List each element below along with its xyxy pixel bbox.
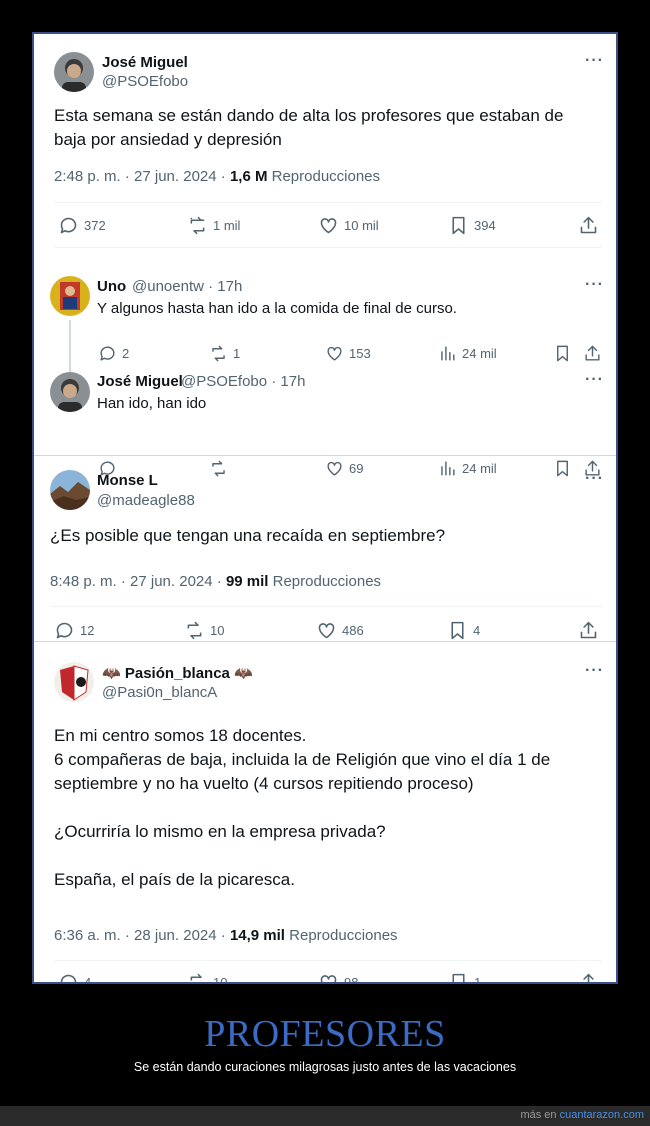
reply-icon — [60, 217, 77, 234]
bookmark-count: 4 — [473, 623, 481, 638]
bookmark-count: 394 — [474, 218, 496, 233]
reply-tweet[interactable]: Uno @unoentw · 17h ··· Y algunos hasta h… — [34, 248, 616, 402]
author-name[interactable]: Uno — [97, 278, 126, 295]
author-handle[interactable]: @madeagle88 — [97, 492, 195, 509]
quoted-tweet[interactable]: Monse L @madeagle88 ··· ¿Es posible que … — [34, 456, 616, 646]
avatar[interactable] — [50, 372, 90, 412]
quoted-tweet[interactable]: 🦇 Pasión_blanca 🦇 @Pasi0n_blancA ··· En … — [34, 642, 616, 982]
author-handle[interactable]: @Pasi0n_blancA — [102, 684, 217, 701]
author-handle[interactable]: @unoentw · 17h — [132, 278, 242, 295]
tweet-text: ¿Es posible que tengan una recaída en se… — [50, 526, 446, 545]
bookmark-button[interactable]: 4 — [447, 620, 480, 641]
heart-icon — [320, 975, 337, 982]
retweet-count: 10 — [210, 623, 225, 638]
more-options-icon[interactable]: ··· — [585, 52, 604, 70]
tweet-date[interactable]: 6:36 a. m. · 28 jun. 2024 · — [54, 927, 230, 944]
site-link[interactable]: cuantarazon.com — [560, 1109, 644, 1121]
like-button[interactable]: 10 mil — [318, 215, 379, 236]
author-name[interactable]: José Miguel — [97, 373, 183, 390]
more-options-icon[interactable]: ··· — [585, 470, 604, 488]
reply-button[interactable]: 4 — [58, 972, 92, 984]
author-handle[interactable]: @PSOEfobo · 17h — [181, 373, 305, 390]
reply-button[interactable]: 372 — [58, 215, 106, 236]
bookmark-button[interactable]: 1 — [448, 972, 482, 984]
bat-icon: 🦇 — [234, 665, 253, 682]
heart-icon — [320, 218, 337, 234]
like-count: 486 — [342, 623, 364, 638]
avatar[interactable] — [50, 276, 90, 316]
footer-prefix: más en — [520, 1109, 560, 1121]
retweet-button[interactable]: 10 — [184, 620, 224, 641]
retweet-icon — [190, 973, 202, 981]
more-options-icon[interactable]: ··· — [585, 371, 604, 389]
like-count: 10 mil — [344, 218, 379, 233]
bookmark-icon — [452, 216, 465, 235]
tweet-date[interactable]: 8:48 p. m. · 27 jun. 2024 · — [50, 573, 226, 590]
reply-text: Han ido, han ido — [97, 395, 207, 412]
reply-count: 372 — [84, 218, 106, 233]
tweet-metadata: 8:48 p. m. · 27 jun. 2024 · 99 mil Repro… — [50, 573, 381, 590]
author-handle[interactable]: @PSOEfobo — [102, 73, 188, 90]
more-options-icon[interactable]: ··· — [585, 662, 604, 680]
caption-subtitle: Se están dando curaciones milagrosas jus… — [133, 1060, 517, 1074]
footer-credit: más en cuantarazon.com — [520, 1109, 644, 1121]
more-options-icon[interactable]: ··· — [585, 276, 604, 294]
share-button[interactable] — [578, 620, 599, 641]
share-icon — [580, 621, 597, 639]
main-tweet[interactable]: José Miguel @PSOEfobo ··· Esta semana se… — [34, 34, 616, 248]
bookmark-button[interactable]: 394 — [448, 215, 496, 236]
views-label: Reproducciones — [267, 168, 381, 185]
divider — [54, 202, 602, 203]
share-icon — [580, 216, 597, 234]
retweet-button[interactable]: 1 mil — [187, 215, 240, 236]
author-name[interactable]: Monse L — [97, 472, 158, 489]
reply-count: 4 — [84, 975, 92, 984]
view-count: 99 mil — [225, 573, 269, 590]
avatar[interactable] — [54, 52, 94, 92]
tweet-text: En mi centro somos 18 docentes. 6 compañ… — [54, 726, 551, 889]
bookmark-icon — [452, 973, 465, 982]
share-button[interactable] — [578, 215, 599, 236]
author-name-text: Pasión_blanca — [124, 665, 230, 682]
caption-title: PROFESORES — [204, 1013, 446, 1055]
tweet-metadata: 2:48 p. m. · 27 jun. 2024 · 1,6 M Reprod… — [54, 168, 380, 185]
like-count: 98 — [344, 975, 359, 984]
like-button[interactable]: 98 — [318, 972, 359, 984]
reply-count: 12 — [80, 623, 95, 638]
like-button[interactable]: 486 — [316, 620, 364, 641]
reply-tweet[interactable]: José Miguel @PSOEfobo · 17h ··· Han ido,… — [34, 342, 616, 477]
view-count: 1,6 M — [229, 168, 268, 185]
tweet-metadata: 6:36 a. m. · 28 jun. 2024 · 14,9 mil Rep… — [54, 927, 398, 944]
retweet-icon — [187, 621, 202, 640]
views-label: Reproducciones — [268, 573, 382, 590]
share-icon — [583, 973, 594, 982]
bookmark-icon — [451, 621, 464, 640]
divider — [50, 606, 602, 607]
footer-bar: más en cuantarazon.com — [0, 1106, 650, 1126]
avatar[interactable] — [50, 470, 90, 510]
tweet-text: Esta semana se están dando de alta los p… — [54, 106, 564, 149]
avatar[interactable] — [54, 662, 94, 702]
reply-text: Y algunos hasta han ido a la comida de f… — [97, 300, 457, 317]
bookmark-count: 1 — [474, 975, 482, 984]
author-name[interactable]: 🦇 Pasión_blanca 🦇 — [102, 664, 253, 682]
retweet-count: 10 — [213, 975, 228, 984]
divider — [54, 960, 602, 961]
bat-icon: 🦇 — [102, 665, 121, 682]
heart-icon — [318, 623, 335, 639]
retweet-icon — [187, 216, 208, 235]
tweet-date[interactable]: 2:48 p. m. · 27 jun. 2024 · — [54, 168, 230, 185]
reply-icon — [60, 974, 77, 982]
retweet-button[interactable]: 10 — [187, 972, 228, 984]
author-name[interactable]: José Miguel — [102, 54, 188, 71]
reply-icon — [56, 622, 73, 639]
views-label: Reproducciones — [284, 927, 398, 944]
view-count: 14,9 mil — [229, 927, 285, 944]
screenshot-frame: José Miguel @PSOEfobo ··· Esta semana se… — [32, 32, 618, 984]
share-button[interactable] — [578, 972, 599, 982]
reply-button[interactable]: 12 — [54, 620, 94, 641]
retweet-count: 1 mil — [213, 218, 241, 233]
